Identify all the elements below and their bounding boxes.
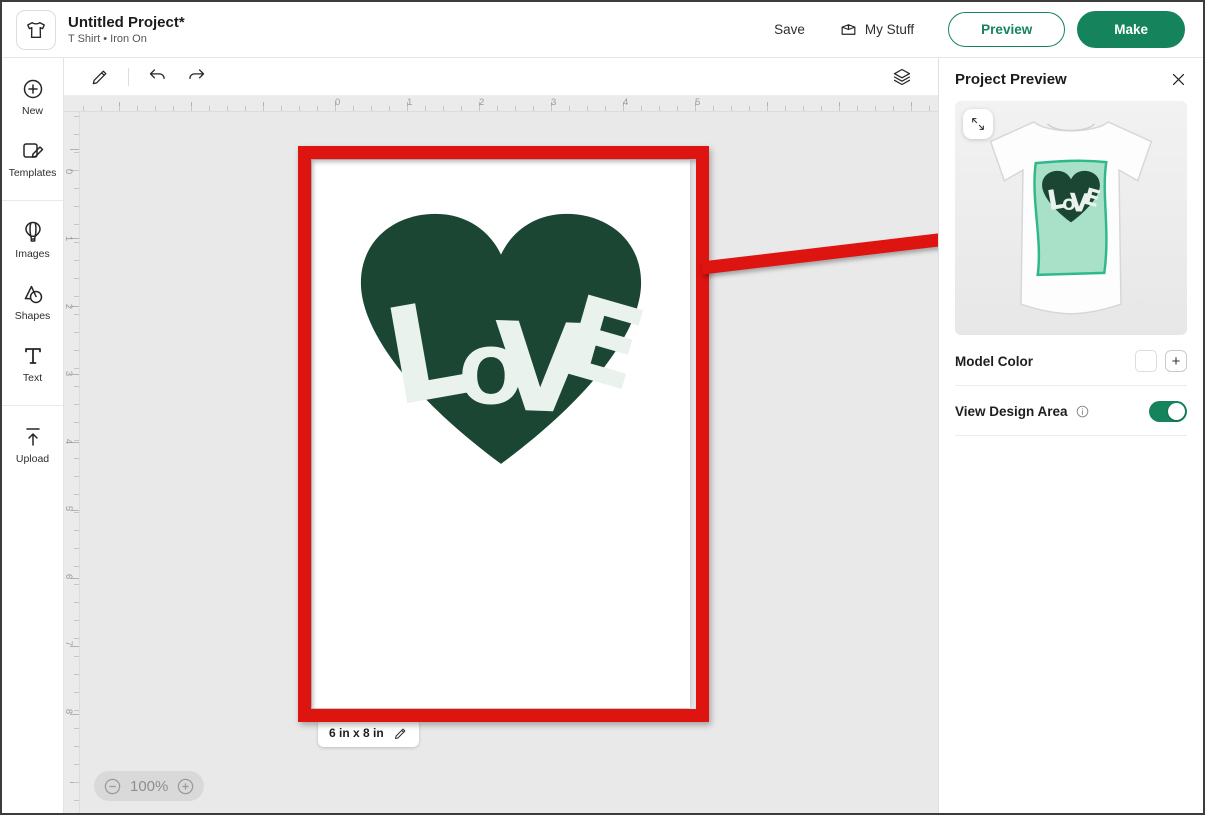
toolbar-divider (128, 68, 129, 86)
tshirt-preview-card: L O V E (955, 101, 1187, 335)
sidebar-label-new: New (22, 105, 43, 117)
my-stuff-label: My Stuff (865, 22, 914, 37)
vertical-ruler: 0 1 2 3 4 5 6 7 8 (64, 112, 80, 813)
expand-preview-button[interactable] (963, 109, 993, 139)
my-stuff-button[interactable]: My Stuff (839, 20, 914, 39)
shapes-icon (21, 282, 45, 306)
redo-icon (186, 66, 207, 87)
project-title: Untitled Project* (68, 14, 185, 31)
info-icon[interactable] (1075, 404, 1090, 419)
preview-button[interactable]: Preview (948, 12, 1065, 47)
h-ruler-label: 1 (407, 97, 412, 108)
panel-title: Project Preview (955, 71, 1067, 88)
plus-circle-icon (21, 77, 45, 101)
h-ruler-label: 4 (623, 97, 628, 108)
undo-button[interactable] (147, 66, 168, 87)
size-text: 6 in x 8 in (329, 726, 384, 740)
v-ruler-label: 0 (63, 169, 74, 174)
edit-pencil-button[interactable] (90, 67, 110, 87)
zoom-in-button[interactable] (176, 777, 195, 796)
canvas-toolbar (64, 58, 938, 96)
sidebar-item-templates[interactable]: Templates (2, 128, 63, 190)
panel-divider (955, 385, 1187, 386)
toggle-knob (1168, 403, 1185, 420)
tshirt-icon (25, 19, 47, 41)
h-ruler-label: 2 (479, 97, 484, 108)
horizontal-ruler: 0 1 2 3 4 5 (80, 96, 938, 112)
project-title-block: Untitled Project* T Shirt • Iron On (68, 14, 185, 45)
sidebar-item-shapes[interactable]: Shapes (2, 271, 63, 333)
app-window: Untitled Project* T Shirt • Iron On Save… (0, 0, 1205, 815)
model-color-row: Model Color + (955, 350, 1187, 372)
template-pencil-icon (21, 139, 45, 163)
sidebar-label-templates: Templates (9, 167, 57, 179)
zoom-out-button[interactable] (103, 777, 122, 796)
upload-arrow-icon (21, 425, 45, 449)
v-ruler-label: 8 (63, 709, 74, 714)
v-ruler-label: 4 (63, 439, 74, 444)
artboard: L O V E (312, 160, 690, 708)
model-color-swatch[interactable] (1135, 350, 1157, 372)
header: Untitled Project* T Shirt • Iron On Save… (2, 2, 1203, 58)
project-tshirt-button[interactable] (16, 10, 56, 50)
redo-button[interactable] (186, 66, 207, 87)
panel-divider (955, 435, 1187, 436)
undo-icon (147, 66, 168, 87)
project-preview-panel: Project Preview L O V E (938, 58, 1203, 813)
v-ruler-label: 1 (63, 236, 74, 241)
open-box-icon (839, 20, 858, 39)
v-ruler-label: 2 (63, 304, 74, 309)
expand-icon (970, 116, 986, 132)
sidebar-label-shapes: Shapes (15, 310, 51, 322)
sidebar-item-upload[interactable]: Upload (2, 414, 63, 476)
layers-button[interactable] (892, 67, 912, 87)
tshirt-mockup: L O V E (973, 107, 1169, 329)
sidebar-label-upload: Upload (16, 453, 49, 465)
hot-air-balloon-icon (21, 220, 45, 244)
view-design-area-label: View Design Area (955, 404, 1068, 419)
v-ruler-label: 6 (63, 574, 74, 579)
model-color-label: Model Color (955, 354, 1033, 369)
h-ruler-label: 0 (335, 97, 340, 108)
layers-icon (892, 67, 912, 87)
canvas-area: 0 1 2 3 4 5 0 1 2 3 4 5 6 7 8 L O (64, 58, 938, 813)
sidebar-item-text[interactable]: Text (2, 333, 63, 395)
sidebar-item-images[interactable]: Images (2, 209, 63, 271)
make-button[interactable]: Make (1077, 11, 1185, 48)
sidebar-item-new[interactable]: New (2, 66, 63, 128)
view-design-area-toggle[interactable] (1149, 401, 1187, 422)
view-design-area-row: View Design Area (955, 401, 1187, 422)
ruler-corner (64, 96, 80, 112)
save-button[interactable]: Save (774, 22, 805, 37)
v-ruler-label: 7 (63, 641, 74, 646)
add-model-color-button[interactable]: + (1165, 350, 1187, 372)
close-icon (1170, 71, 1187, 88)
zoom-control: 100% (94, 771, 204, 801)
project-subtitle: T Shirt • Iron On (68, 33, 185, 45)
text-icon (21, 344, 45, 368)
edit-size-pencil-icon (393, 726, 408, 741)
v-ruler-label: 3 (63, 371, 74, 376)
love-heart-design[interactable]: L O V E (347, 205, 655, 471)
h-ruler-label: 3 (551, 97, 556, 108)
artboard-size-label[interactable]: 6 in x 8 in (318, 719, 419, 747)
pencil-icon (90, 67, 110, 87)
love-heart-svg: L O V E (347, 205, 655, 471)
sidebar-label-text: Text (23, 372, 42, 384)
sidebar-label-images: Images (15, 248, 49, 260)
h-ruler-label: 5 (695, 97, 700, 108)
close-panel-button[interactable] (1170, 71, 1187, 88)
left-sidebar: New Templates Images Shapes Text (2, 58, 64, 813)
v-ruler-label: 5 (63, 506, 74, 511)
zoom-level: 100% (130, 778, 168, 795)
